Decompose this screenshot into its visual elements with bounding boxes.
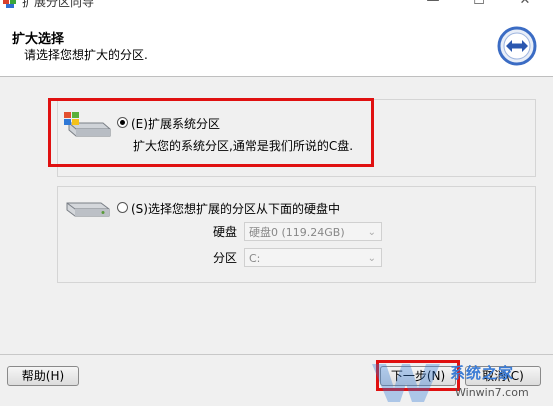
app-icon (3, 0, 16, 8)
extend-system-description: 扩大您的系统分区,通常是我们所说的C盘. (133, 139, 354, 153)
title-bar: 扩展分区向导 — ☐ ✕ (0, 0, 553, 12)
chevron-down-icon: ⌄ (367, 227, 376, 238)
select-partition-label[interactable]: (S)选择您想扩展的分区从下面的硬盘中 (131, 200, 340, 217)
window-title: 扩展分区向导 (22, 0, 95, 9)
system-drive-icon (64, 112, 111, 137)
disk-select-value: 硬盘0 (119.24GB) (249, 226, 345, 239)
watermark-text: 系统之家 (450, 364, 515, 382)
partition-label: 分区 (213, 251, 238, 265)
watermark-url: Winwin7.com (455, 386, 529, 399)
maximize-button[interactable]: ☐ (456, 0, 502, 12)
disk-select[interactable]: 硬盘0 (119.24GB) ⌄ (244, 222, 382, 241)
partition-select-value: C: (249, 252, 261, 265)
extend-system-label[interactable]: (E)扩展系统分区 (131, 115, 220, 132)
chevron-down-icon: ⌄ (367, 253, 376, 264)
resize-arrows-icon (497, 26, 537, 66)
minimize-button[interactable]: — (410, 0, 456, 12)
wizard-header: 扩大选择 请选择您想扩大的分区. (0, 12, 553, 77)
close-button[interactable]: ✕ (502, 0, 548, 12)
page-heading: 扩大选择 (12, 32, 65, 47)
disk-label: 硬盘 (213, 225, 238, 239)
select-partition-radio[interactable] (117, 202, 128, 213)
partition-select[interactable]: C: ⌄ (244, 248, 382, 267)
extend-system-radio[interactable] (117, 117, 128, 128)
wizard-body: (E)扩展系统分区 扩大您的系统分区,通常是我们所说的C盘. (S)选择您想扩展… (0, 77, 553, 354)
page-subtitle: 请选择您想扩大的分区. (24, 48, 148, 62)
hard-drive-icon (66, 202, 110, 217)
help-button[interactable]: 帮助(H) (7, 366, 79, 386)
